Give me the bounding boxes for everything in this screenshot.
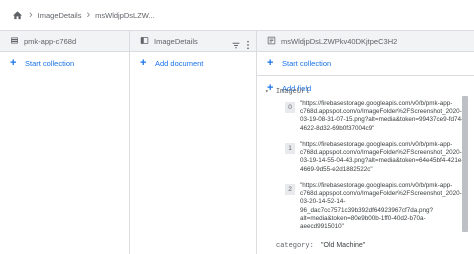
scrollbar[interactable] [462,96,468,232]
plus-icon: + [10,56,17,69]
collection-panel-header: ImageDetails [130,30,256,52]
breadcrumb-item-document[interactable]: msWldjpDsLZW... [95,11,155,20]
plus-icon: + [140,56,147,69]
collection-icon [140,32,149,50]
expand-arrow-icon[interactable]: ▾ [265,88,269,95]
field-value: "Old Machine" [321,242,366,249]
array-index: 2 [285,184,295,195]
more-vert-icon[interactable] [246,37,250,55]
filter-icon[interactable] [231,37,241,55]
collection-panel: ImageDetails + Add document [130,30,256,254]
chevron-right-icon: › [86,8,91,21]
breadcrumb: › ImageDetails › msWldjpDsLZW... [0,0,474,30]
database-icon [10,32,19,50]
plus-icon: + [267,56,274,69]
document-panel-header: msWldjpDsLZWPkv40DKjtpeC3H2 [257,30,474,52]
project-title: pmk-app-c768d [24,36,77,46]
array-value[interactable]: "https://firebasestorage.googleapis.com/… [300,141,464,174]
chevron-right-icon: › [29,8,33,21]
home-icon[interactable] [10,8,24,22]
field-category[interactable]: category: "Old Machine" [276,242,365,250]
field-imageurl[interactable]: ▾ ImageUrl [265,88,309,96]
collection-title: ImageDetails [154,36,198,46]
array-index: 1 [285,143,295,154]
array-value[interactable]: "https://firebasestorage.googleapis.com/… [300,182,462,231]
field-name: category: [276,242,314,250]
add-document-button[interactable]: + Add document [130,56,256,70]
document-icon [267,32,276,50]
start-collection-button[interactable]: + Start collection [257,56,474,70]
document-title: msWldjpDsLZWPkv40DKjtpeC3H2 [281,36,398,46]
field-name: ImageUrl [275,88,310,96]
divider [257,75,474,76]
project-panel: pmk-app-c768d + Start collection [0,30,129,254]
project-panel-header: pmk-app-c768d [0,30,129,52]
array-value[interactable]: "https://firebasestorage.googleapis.com/… [300,100,463,133]
start-collection-button[interactable]: + Start collection [0,56,129,70]
breadcrumb-item-collection[interactable]: ImageDetails [38,11,82,20]
array-index: 0 [285,102,295,113]
